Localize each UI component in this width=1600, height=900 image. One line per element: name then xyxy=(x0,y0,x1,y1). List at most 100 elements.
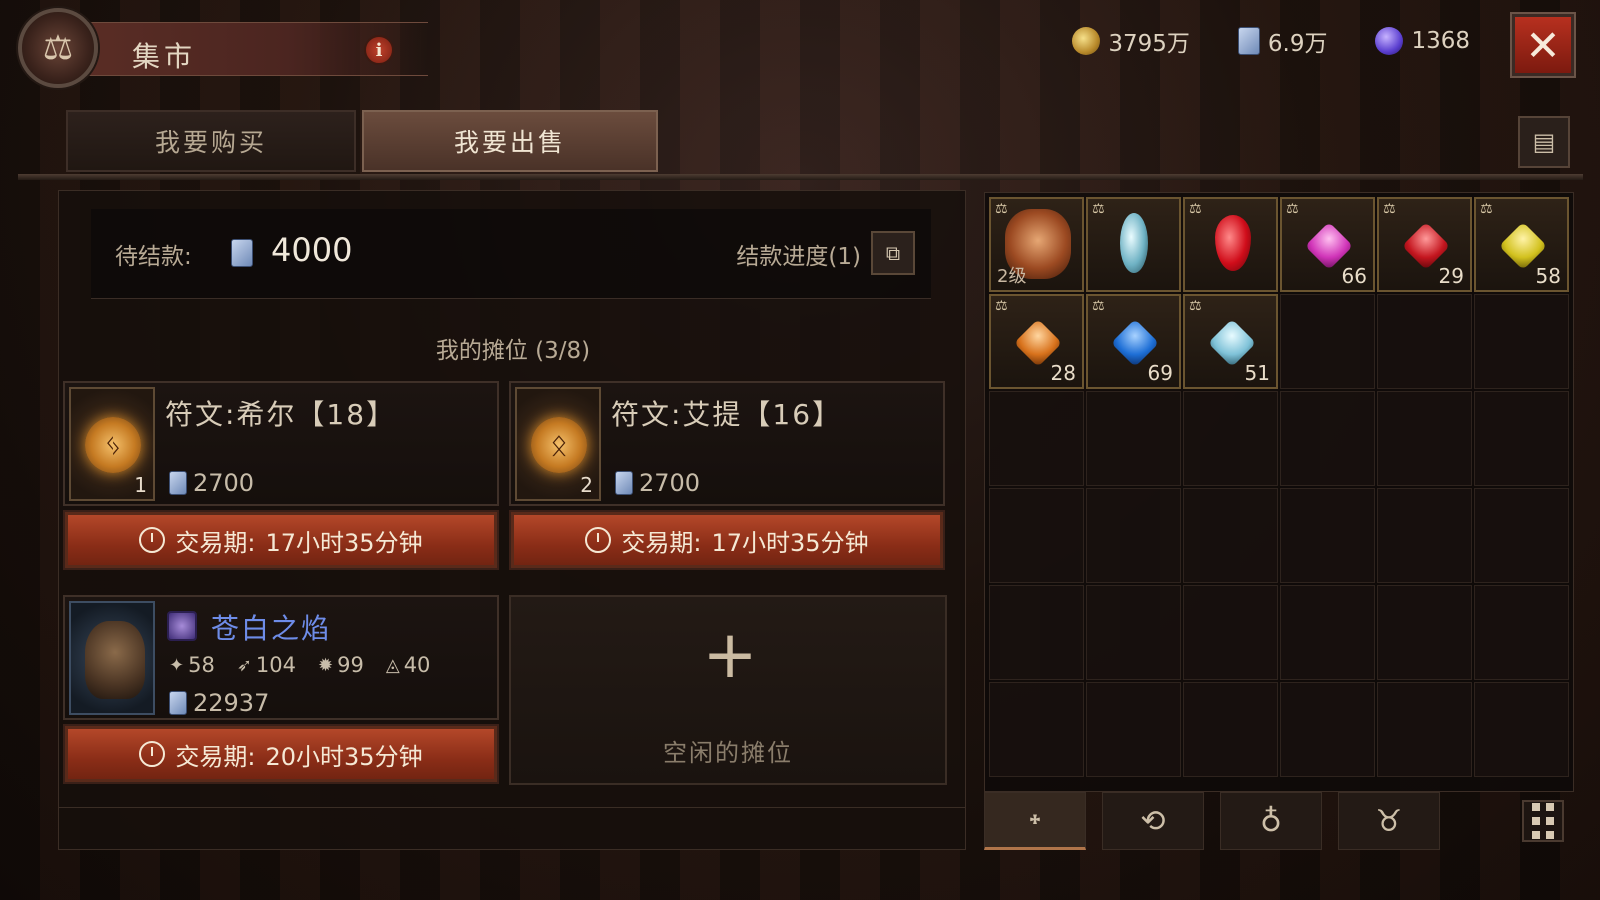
item-quantity: 51 xyxy=(1244,361,1270,385)
tab-bag[interactable]: ♁ xyxy=(1220,792,1322,850)
inventory-cell xyxy=(1183,585,1278,680)
tab-buy[interactable]: 我要购买 xyxy=(66,110,356,172)
tab-demon[interactable]: ♉ xyxy=(1338,792,1440,850)
inventory-cell xyxy=(1280,391,1375,486)
orb-amount: 1368 xyxy=(1411,28,1470,54)
inventory-cell xyxy=(1183,682,1278,777)
empty-stall-slot[interactable]: + 空闲的摊位 xyxy=(509,595,947,785)
stall-item-card: ᛟ 2 符文:艾提【16】 2700 xyxy=(509,381,945,506)
inventory-cell[interactable]: ⚖ 66 xyxy=(1280,197,1375,292)
inventory-grid: ⚖ 2级 ⚖ ⚖ ⚖ 66 ⚖ 29 ⚖ 58 ⚖ 28 ⚖ 69 ⚖ 51 xyxy=(989,197,1569,777)
stat-attack-value: 58 xyxy=(188,653,215,677)
title-plate: 集市 i ⚖ xyxy=(18,8,438,88)
stat-attack: ✦ 58 xyxy=(169,653,215,677)
inventory-cell xyxy=(1474,294,1569,389)
tab-divider xyxy=(18,174,1583,180)
stat-defense-value: 40 xyxy=(403,653,431,677)
item-thumbnail xyxy=(69,601,155,715)
settlement-detail-button[interactable]: ⧉ xyxy=(871,231,915,275)
currency-bar: 3795万 6.9万 1368 xyxy=(1072,24,1470,58)
note-amount: 6.9万 xyxy=(1267,31,1328,57)
ice-gem-icon xyxy=(1207,318,1257,368)
trade-period-bar: 交易期: 17小时35分钟 xyxy=(509,510,945,570)
tab-gem[interactable]: ⟲ xyxy=(1102,792,1204,850)
stall-slot-1[interactable]: ᛃ 1 符文:希尔【18】 2700 交易期: 17小时35分钟 xyxy=(63,381,499,571)
inventory-cell[interactable]: ⚖ 2级 xyxy=(989,197,1084,292)
trade-period-value: 20小时35分钟 xyxy=(265,742,423,771)
settlement-progress: 结款进度(1) xyxy=(736,244,861,270)
item-level: 2级 xyxy=(997,266,1027,287)
inventory-cell[interactable]: ⚖ 29 xyxy=(1377,197,1472,292)
item-quantity: 58 xyxy=(1535,264,1561,288)
currency-orb: 1368 xyxy=(1375,24,1470,58)
gold-coin-icon xyxy=(1072,27,1101,55)
trade-period-value: 17小时35分钟 xyxy=(265,528,423,557)
stall-slot-2[interactable]: ᛟ 2 符文:艾提【16】 2700 交易期: 17小时35分钟 xyxy=(509,381,945,571)
inventory-cell xyxy=(1280,488,1375,583)
tradable-scale-icon: ⚖ xyxy=(1286,201,1299,217)
inventory-cell xyxy=(1377,585,1472,680)
inventory-cell[interactable]: ⚖ 28 xyxy=(989,294,1084,389)
inventory-cell xyxy=(1183,391,1278,486)
stat-defense: ◬ 40 xyxy=(386,653,431,677)
inventory-cell xyxy=(1086,488,1181,583)
bag-tab-icon: ♁ xyxy=(1260,803,1282,839)
rune-icon: ᛃ xyxy=(85,417,141,473)
clock-icon xyxy=(139,527,166,553)
tradable-scale-icon: ⚖ xyxy=(1092,201,1105,217)
crystal-gem-icon xyxy=(1120,213,1148,273)
stall-item-card: 苍白之焰 ✦ 58 ➶ 104 ✹ 99 ◬ 40 22937 xyxy=(63,595,499,720)
item-quantity: 28 xyxy=(1050,361,1076,385)
ruby-drop-gem-icon xyxy=(1215,215,1251,271)
sort-button[interactable] xyxy=(1522,800,1564,842)
inventory-cell xyxy=(1474,391,1569,486)
inventory-cell[interactable]: ⚖ 58 xyxy=(1474,197,1569,292)
note-icon xyxy=(615,471,633,495)
currency-gold: 3795万 xyxy=(1072,24,1190,58)
inventory-cell[interactable]: ⚖ 69 xyxy=(1086,294,1181,389)
demon-tab-icon: ♉ xyxy=(1375,803,1403,839)
stall-title: 我的摊位 (3/8) xyxy=(435,338,591,364)
close-button[interactable]: ✕ xyxy=(1512,14,1574,76)
orange-gem-icon xyxy=(1013,318,1063,368)
close-icon: ✕ xyxy=(1525,20,1561,70)
inventory-cell xyxy=(1377,682,1472,777)
inventory-tabs: ᛭ ⟲ ♁ ♉ xyxy=(984,792,1574,852)
stall-item-card: ᛃ 1 符文:希尔【18】 2700 xyxy=(63,381,499,506)
item-count: 2 xyxy=(580,473,593,497)
item-name: 符文:希尔【18】 xyxy=(165,398,397,431)
tab-rune[interactable]: ᛭ xyxy=(984,792,1086,850)
inventory-cell[interactable]: ⚖ xyxy=(1086,197,1181,292)
price-value: 2700 xyxy=(193,469,255,497)
legendary-badge-icon xyxy=(167,611,197,641)
ledger-icon: ⧉ xyxy=(885,241,901,265)
inventory-cell xyxy=(1280,294,1375,389)
item-stats: ✦ 58 ➶ 104 ✹ 99 ◬ 40 xyxy=(169,653,430,677)
settlement-amount: 4000 xyxy=(271,231,353,269)
rune-tab-icon: ᛭ xyxy=(1026,802,1044,838)
clock-icon xyxy=(585,527,612,553)
inventory-cell[interactable]: ⚖ xyxy=(1183,197,1278,292)
note-icon xyxy=(231,239,253,267)
add-icon: + xyxy=(702,616,758,693)
stall-slot-3[interactable]: 苍白之焰 ✦ 58 ➶ 104 ✹ 99 ◬ 40 22937 交易期: 20小… xyxy=(63,595,499,785)
inventory-cell xyxy=(1474,585,1569,680)
inventory-cell xyxy=(989,682,1084,777)
inventory-panel: ⚖ 2级 ⚖ ⚖ ⚖ 66 ⚖ 29 ⚖ 58 ⚖ 28 ⚖ 69 ⚖ 51 xyxy=(984,192,1574,792)
tab-sell[interactable]: 我要出售 xyxy=(362,110,658,172)
tradable-scale-icon: ⚖ xyxy=(995,201,1008,217)
item-quantity: 66 xyxy=(1341,264,1367,288)
inventory-cell[interactable]: ⚖ 51 xyxy=(1183,294,1278,389)
tradable-scale-icon: ⚖ xyxy=(995,298,1008,314)
stat-light: ✹ 99 xyxy=(318,653,364,677)
scales-emblem-icon: ⚖ xyxy=(18,8,98,88)
settlement-box: 待结款: 4000 结款进度(1) ⧉ xyxy=(91,209,931,299)
info-icon[interactable]: i xyxy=(364,35,394,65)
item-thumbnail: ᛃ 1 xyxy=(69,387,155,501)
inventory-cell xyxy=(1280,682,1375,777)
trade-period-label: 交易期: xyxy=(621,528,702,557)
inventory-cell xyxy=(1377,488,1472,583)
inventory-cell xyxy=(989,488,1084,583)
trade-history-button[interactable]: ▤ xyxy=(1518,116,1570,168)
tradable-scale-icon: ⚖ xyxy=(1189,201,1202,217)
